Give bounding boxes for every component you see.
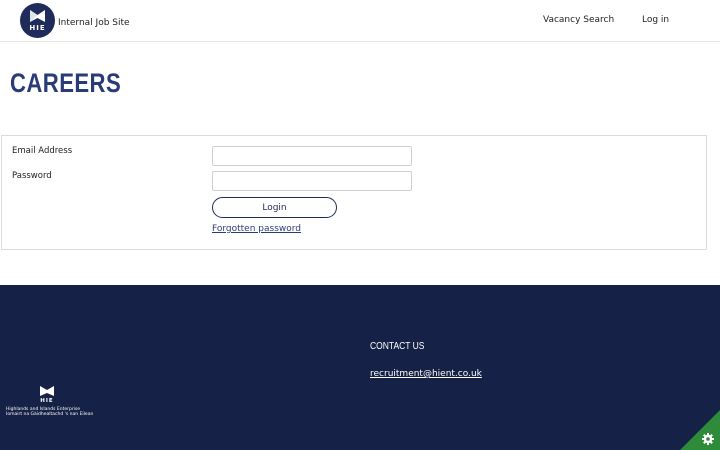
login-button[interactable]: Login [212, 197, 337, 218]
site-footer: HIE Highlands and Islands Enterprise Iom… [0, 285, 720, 450]
footer-org-name: Highlands and Islands Enterprise Iomairt… [6, 407, 93, 417]
footer-org-name-gd: Iomairt na Gàidhealtachd 's nan Eilean [6, 412, 94, 417]
gear-icon [680, 410, 720, 450]
forgotten-password-link[interactable]: Forgotten password [212, 224, 301, 234]
login-form: Email Address Password Login Forgotten p… [1, 135, 707, 250]
footer-logo[interactable]: HIE Highlands and Islands Enterprise Iom… [6, 385, 93, 421]
contact-email-link[interactable]: recruitment@hient.co.uk [370, 369, 482, 379]
email-label: Email Address [12, 146, 73, 156]
email-field[interactable] [212, 146, 412, 166]
hie-logo[interactable]: HIE [20, 3, 55, 38]
site-header: HIE Internal Job Site Vacancy Search Log… [0, 0, 720, 42]
hie-logo-mark-icon [30, 10, 45, 22]
password-field[interactable] [212, 171, 412, 191]
contact-title: CONTACT US [370, 341, 425, 352]
footer-logo-text: HIE [40, 398, 54, 404]
site-name: Internal Job Site [58, 18, 130, 28]
cookie-settings-button[interactable] [680, 410, 720, 450]
logo-text: HIE [29, 24, 46, 32]
nav-log-in[interactable]: Log in [642, 15, 669, 25]
page-title: CAREERS [10, 68, 122, 98]
nav-vacancy-search[interactable]: Vacancy Search [543, 15, 614, 25]
password-label: Password [12, 171, 52, 181]
